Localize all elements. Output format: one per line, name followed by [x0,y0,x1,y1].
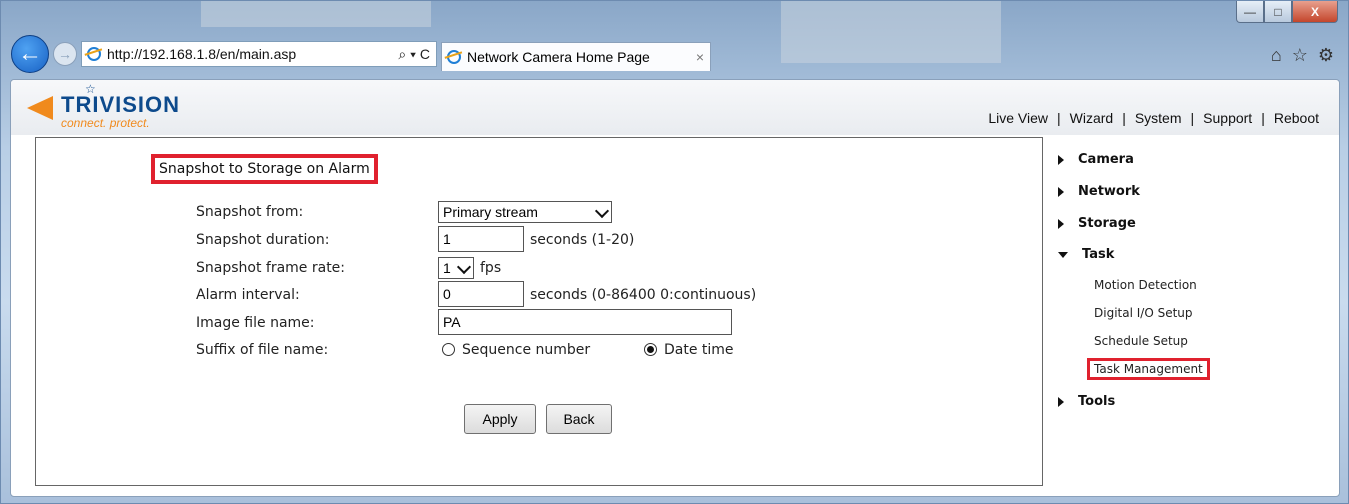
snapshot-from-select[interactable]: Primary stream [438,201,612,223]
nav-separator: | [1190,110,1195,126]
browser-window: — □ X ← → http://192.168.1.8/en/main.asp… [0,0,1349,504]
tab-close-icon[interactable]: × [696,49,710,65]
caret-right-icon [1058,186,1064,197]
nav-reboot[interactable]: Reboot [1274,110,1319,126]
back-button[interactable]: ← [11,35,49,73]
favorites-star-icon[interactable]: ☆ [1292,45,1308,66]
browser-toolbar-icons: ⌂ ☆ ⚙ [1271,45,1334,66]
gear-icon[interactable]: ⚙ [1318,45,1334,66]
menu-digital-io-setup[interactable]: Digital I/O Setup [1094,306,1193,320]
ie-icon [87,47,101,61]
frame-rate-select[interactable]: 1 [438,257,474,279]
menu-motion-detection[interactable]: Motion Detection [1094,278,1197,292]
apply-button[interactable]: Apply [464,404,536,434]
menu-schedule-setup[interactable]: Schedule Setup [1094,334,1188,348]
nav-support[interactable]: Support [1203,110,1252,126]
snapshot-duration-hint: seconds (1-20) [530,232,635,248]
menu-task-management[interactable]: Task Management [1087,358,1210,380]
menu-storage-label: Storage [1078,216,1136,231]
nav-wizard[interactable]: Wizard [1070,110,1114,126]
address-url[interactable]: http://192.168.1.8/en/main.asp [107,46,392,62]
minimize-button[interactable]: — [1236,1,1264,23]
logo-mark [27,96,53,120]
chevron-down-icon [594,203,610,219]
settings-panel: Snapshot to Storage on Alarm Snapshot fr… [35,137,1043,486]
chevron-down-icon [456,259,472,275]
window-controls: — □ X [1236,1,1338,23]
menu-storage[interactable]: Storage [1058,216,1136,231]
nav-separator: | [1122,110,1126,126]
back-form-button[interactable]: Back [546,404,612,434]
suffix-date-time-radio[interactable] [644,343,657,356]
alarm-interval-label: Alarm interval: [196,287,300,303]
forward-button[interactable]: → [53,42,77,66]
suffix-label: Suffix of file name: [196,342,329,358]
nav-live-view[interactable]: Live View [988,110,1048,126]
caret-right-icon [1058,218,1064,229]
frame-rate-unit: fps [480,260,502,276]
menu-tools-label: Tools [1078,394,1116,409]
suffix-date-time-label: Date time [664,342,734,358]
close-button[interactable]: X [1292,1,1338,23]
background-window-fragment [781,1,1001,63]
frame-rate-value: 1 [443,260,451,276]
page-header: ☆ TRIVISION connect. protect. Live View … [11,80,1339,135]
menu-task-label: Task [1082,247,1115,262]
address-controls[interactable]: ⌕ ▾ C [392,46,436,63]
logo-name: TRIVISION [61,92,181,117]
alarm-interval-hint: seconds (0-86400 0:continuous) [530,287,757,303]
snapshot-from-value: Primary stream [443,204,538,220]
nav-system[interactable]: System [1135,110,1182,126]
snapshot-duration-input[interactable]: 1 [438,226,524,252]
ie-icon [447,50,461,64]
frame-rate-label: Snapshot frame rate: [196,260,346,276]
menu-camera[interactable]: Camera [1058,152,1134,167]
caret-right-icon [1058,396,1064,407]
suffix-sequence-radio[interactable] [442,343,455,356]
nav-separator: | [1056,110,1061,126]
web-page: ☆ TRIVISION connect. protect. Live View … [10,79,1340,497]
image-file-name-label: Image file name: [196,315,315,331]
top-navigation: Live View | Wizard | System | Support | … [988,110,1319,126]
back-arrow-icon: ← [18,40,42,67]
menu-network[interactable]: Network [1058,184,1140,199]
logo-tagline: connect. protect. [61,116,150,130]
image-file-name-input[interactable]: PA [438,309,732,335]
forward-arrow-icon: → [58,46,72,62]
snapshot-from-label: Snapshot from: [196,204,304,220]
menu-network-label: Network [1078,184,1140,199]
menu-task[interactable]: Task [1058,247,1114,262]
browser-tab[interactable]: Network Camera Home Page × [441,42,711,71]
menu-camera-label: Camera [1078,152,1134,167]
nav-separator: | [1261,110,1265,126]
section-title: Snapshot to Storage on Alarm [151,154,378,184]
suffix-sequence-label: Sequence number [462,342,591,358]
snapshot-duration-label: Snapshot duration: [196,232,330,248]
caret-down-icon [1058,251,1068,258]
tab-title: Network Camera Home Page [467,49,650,65]
background-window-fragment [201,1,431,27]
home-icon[interactable]: ⌂ [1271,45,1282,66]
address-bar[interactable]: http://192.168.1.8/en/main.asp ⌕ ▾ C [81,41,437,67]
menu-tools[interactable]: Tools [1058,394,1115,409]
alarm-interval-input[interactable]: 0 [438,281,524,307]
maximize-button[interactable]: □ [1264,1,1292,23]
caret-right-icon [1058,154,1064,165]
